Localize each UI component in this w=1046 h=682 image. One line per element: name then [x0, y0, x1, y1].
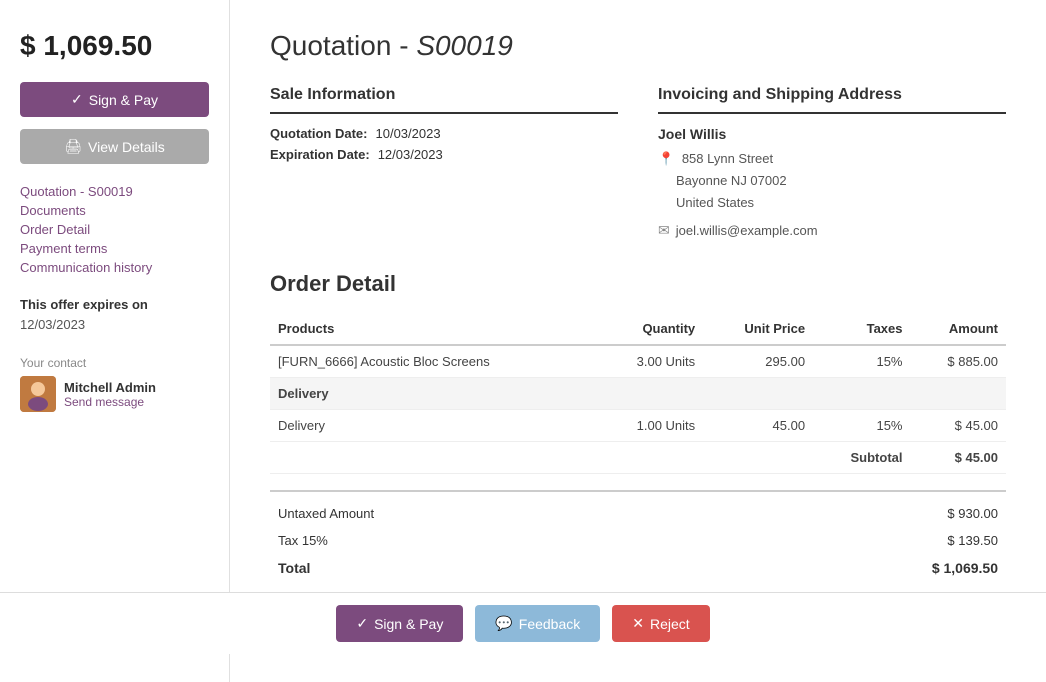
bottom-x-icon: ✕	[632, 615, 644, 632]
tax-row: Tax 15% $ 139.50	[270, 527, 1006, 554]
table-row: [FURN_6666] Acoustic Bloc Screens 3.00 U…	[270, 345, 1006, 378]
sidebar-price: $ 1,069.50	[20, 30, 209, 62]
pin-icon: 📍	[658, 151, 674, 166]
untaxed-label: Untaxed Amount	[278, 506, 374, 521]
subtotal-value: $ 45.00	[911, 442, 1007, 474]
main-content: Quotation - S00019 Sale Information Quot…	[230, 0, 1046, 682]
delivery-quantity: 1.00 Units	[596, 410, 703, 442]
product-name: [FURN_6666] Acoustic Bloc Screens	[270, 345, 596, 378]
address-block: 📍 858 Lynn Street Bayonne NJ 07002 Unite…	[658, 148, 1006, 214]
untaxed-value: $ 930.00	[947, 506, 998, 521]
bottom-sign-pay-button[interactable]: ✓ Sign & Pay	[336, 605, 463, 642]
quotation-date-row: Quotation Date: 10/03/2023	[270, 126, 618, 141]
email-icon: ✉	[658, 222, 670, 239]
bottom-check-icon: ✓	[356, 615, 368, 632]
contact-label: Your contact	[20, 356, 209, 370]
totals-section: Untaxed Amount $ 930.00 Tax 15% $ 139.50…	[270, 490, 1006, 582]
subtotal-row: Subtotal $ 45.00	[270, 442, 1006, 474]
product-unit-price: 295.00	[703, 345, 813, 378]
info-columns: Sale Information Quotation Date: 10/03/2…	[270, 86, 1006, 239]
email-row: ✉ joel.willis@example.com	[658, 222, 1006, 239]
customer-name: Joel Willis	[658, 126, 1006, 142]
delivery-unit-price: 45.00	[703, 410, 813, 442]
expiration-date-row: Expiration Date: 12/03/2023	[270, 147, 618, 162]
total-value: $ 1,069.50	[932, 560, 998, 576]
sale-info-block: Sale Information Quotation Date: 10/03/2…	[270, 86, 618, 239]
sidebar: $ 1,069.50 ✓ Sign & Pay 🖨 View Details Q…	[0, 0, 230, 682]
contact-info: Mitchell Admin Send message	[20, 376, 209, 412]
tax-value: $ 139.50	[947, 533, 998, 548]
bottom-feedback-button[interactable]: 💬 Feedback	[475, 605, 600, 642]
contact-details: Mitchell Admin Send message	[64, 380, 156, 409]
col-quantity: Quantity	[596, 313, 703, 345]
col-products: Products	[270, 313, 596, 345]
sign-pay-button[interactable]: ✓ Sign & Pay	[20, 82, 209, 117]
contact-section: Your contact Mitchell Admin Send message	[20, 356, 209, 412]
order-detail-title: Order Detail	[270, 271, 1006, 297]
sale-info-title: Sale Information	[270, 86, 618, 114]
contact-name: Mitchell Admin	[64, 380, 156, 395]
printer-icon: 🖨	[64, 138, 82, 155]
offer-expires: This offer expires on 12/03/2023	[20, 295, 209, 334]
subtotal-label: Subtotal	[813, 442, 910, 474]
order-table: Products Quantity Unit Price Taxes Amoun…	[270, 313, 1006, 474]
col-taxes: Taxes	[813, 313, 910, 345]
total-row: Total $ 1,069.50	[270, 554, 1006, 582]
col-amount: Amount	[911, 313, 1007, 345]
avatar	[20, 376, 56, 412]
total-label: Total	[278, 560, 310, 576]
send-message-link[interactable]: Send message	[64, 395, 156, 409]
bottom-chat-icon: 💬	[495, 615, 512, 632]
sidebar-item-communication-history[interactable]: Communication history	[20, 260, 209, 275]
page-title: Quotation - S00019	[270, 30, 1006, 62]
view-details-button[interactable]: 🖨 View Details	[20, 129, 209, 164]
untaxed-row: Untaxed Amount $ 930.00	[270, 500, 1006, 527]
delivery-taxes: 15%	[813, 410, 910, 442]
sidebar-item-order-detail[interactable]: Order Detail	[20, 222, 209, 237]
checkmark-icon: ✓	[71, 91, 83, 108]
tax-label: Tax 15%	[278, 533, 328, 548]
expiration-date-label: Expiration Date:	[270, 147, 370, 162]
expiration-date-value: 12/03/2023	[378, 147, 443, 162]
product-quantity: 3.00 Units	[596, 345, 703, 378]
customer-email: joel.willis@example.com	[676, 223, 818, 238]
delivery-amount: $ 45.00	[911, 410, 1007, 442]
sidebar-nav: Quotation - S00019 Documents Order Detai…	[20, 184, 209, 275]
delivery-product: Delivery	[270, 410, 596, 442]
delivery-row: Delivery 1.00 Units 45.00 15% $ 45.00	[270, 410, 1006, 442]
order-detail-section: Order Detail Products Quantity Unit Pric…	[270, 271, 1006, 582]
bottom-reject-button[interactable]: ✕ Reject	[612, 605, 709, 642]
bottom-bar: ✓ Sign & Pay 💬 Feedback ✕ Reject	[0, 592, 1046, 654]
sidebar-item-payment-terms[interactable]: Payment terms	[20, 241, 209, 256]
sidebar-item-quotation[interactable]: Quotation - S00019	[20, 184, 209, 199]
delivery-section-row: Delivery	[270, 378, 1006, 410]
delivery-section-label: Delivery	[270, 378, 1006, 410]
shipping-title: Invoicing and Shipping Address	[658, 86, 1006, 114]
product-taxes: 15%	[813, 345, 910, 378]
sidebar-item-documents[interactable]: Documents	[20, 203, 209, 218]
col-unit-price: Unit Price	[703, 313, 813, 345]
product-amount: $ 885.00	[911, 345, 1007, 378]
shipping-block: Invoicing and Shipping Address Joel Will…	[658, 86, 1006, 239]
quotation-date-value: 10/03/2023	[376, 126, 441, 141]
quotation-date-label: Quotation Date:	[270, 126, 368, 141]
